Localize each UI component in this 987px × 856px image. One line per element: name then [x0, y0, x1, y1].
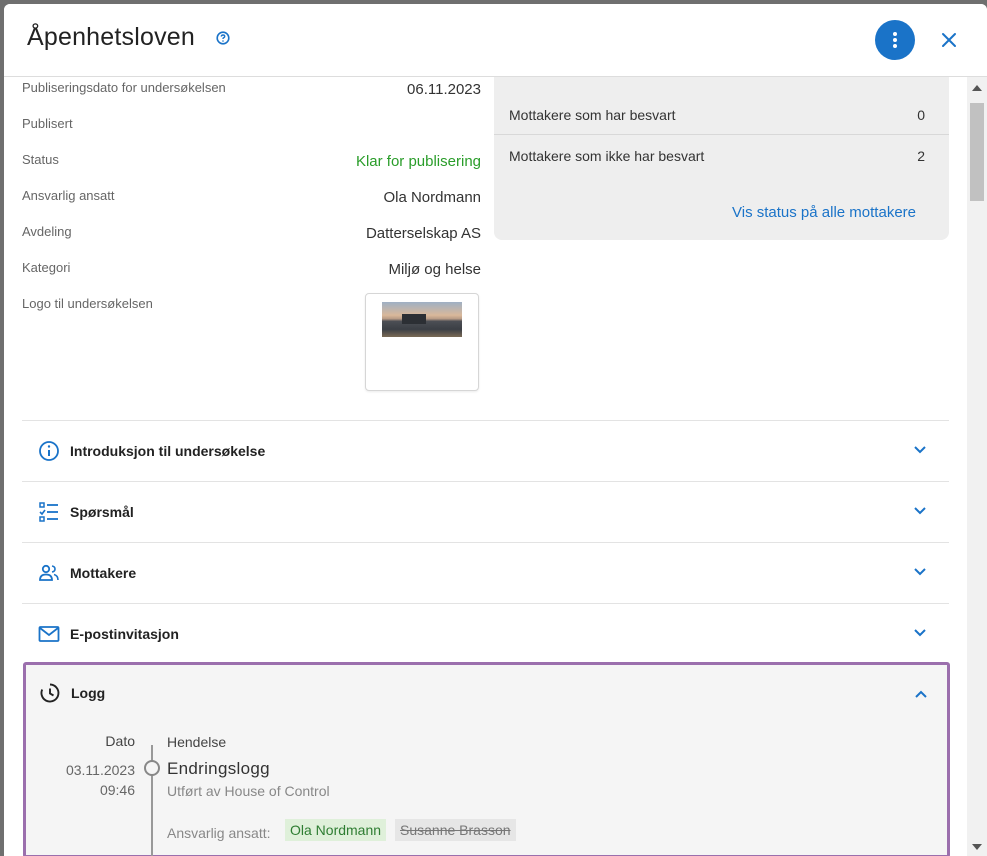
info-icon [39, 441, 59, 461]
department-label: Avdeling [22, 224, 72, 239]
publish-date-label: Publiseringsdato for undersøkelsen [22, 80, 226, 95]
kebab-menu-icon [893, 32, 897, 48]
history-icon [40, 683, 60, 703]
owner-label: Ansvarlig ansatt [22, 188, 115, 203]
section-questions[interactable]: Spørsmål [22, 481, 949, 542]
dialog-content: Publiseringsdato for undersøkelsen 06.11… [4, 77, 966, 856]
section-label: Spørsmål [70, 504, 134, 520]
status-value: Klar for publisering [355, 153, 481, 170]
log-entry-author: Utført av House of Control [167, 783, 330, 799]
more-options-button[interactable] [875, 20, 915, 60]
logo-label: Logo til undersøkelsen [22, 296, 153, 311]
not-answered-row: Mottakere som ikke har besvart 2 [494, 136, 949, 176]
chevron-down-icon[interactable] [913, 567, 927, 577]
logo-image-house [402, 314, 426, 324]
log-column-event: Hendelse [167, 734, 227, 750]
category-label: Kategori [22, 260, 71, 275]
answered-row: Mottakere som har besvart 0 [494, 95, 949, 135]
log-entry-new-value: Ola Nordmann [285, 819, 387, 841]
section-log: Logg Dato Hendelse 03.11.2023 09:46 Endr… [23, 662, 950, 856]
section-recipients[interactable]: Mottakere [22, 542, 949, 603]
dialog-header: Åpenhetsloven [4, 4, 987, 77]
section-introduction[interactable]: Introduksjon til undersøkelse [22, 420, 949, 481]
log-entry-datetime: 03.11.2023 09:46 [66, 760, 135, 800]
answered-count: 0 [917, 107, 925, 123]
log-column-date: Dato [105, 733, 135, 749]
log-entry-date: 03.11.2023 [65, 762, 135, 778]
close-icon[interactable] [940, 31, 958, 49]
log-entry-time: 09:46 [99, 782, 135, 798]
chevron-down-icon[interactable] [913, 506, 927, 516]
page-title: Åpenhetsloven [27, 23, 196, 51]
log-entry-title: Endringslogg [167, 759, 270, 778]
category-value: Miljø og helse [388, 261, 481, 278]
chevron-down-icon[interactable] [913, 628, 927, 638]
section-label[interactable]: Logg [71, 685, 105, 701]
not-answered-label: Mottakere som ikke har besvart [509, 148, 705, 164]
stats-divider [494, 134, 949, 135]
scrollbar[interactable] [967, 77, 987, 856]
publish-date-value: 06.11.2023 [407, 81, 481, 98]
department-value: Datterselskap AS [365, 225, 481, 242]
section-label: Mottakere [70, 565, 137, 581]
view-all-recipients-link[interactable]: Vis status på alle mottakere [732, 204, 916, 221]
survey-dialog: Åpenhetsloven Publiseringsdato for under… [4, 4, 987, 856]
chevron-up-icon[interactable] [914, 689, 928, 699]
log-entry-old-value: Susanne Brasson [395, 819, 516, 841]
chevron-down-icon[interactable] [913, 445, 927, 455]
response-stats-panel: Mottakere som har besvart 0 Mottakere so… [494, 77, 949, 240]
logo-upload[interactable] [365, 293, 479, 391]
scroll-up-arrow-icon[interactable] [972, 85, 982, 91]
owner-value: Ola Nordmann [383, 189, 481, 206]
scroll-down-arrow-icon[interactable] [972, 844, 982, 850]
status-label: Status [22, 152, 59, 167]
logo-image [382, 302, 462, 337]
timeline-dot [144, 760, 160, 776]
not-answered-count: 2 [917, 148, 925, 164]
section-label: Introduksjon til undersøkelse [70, 443, 266, 459]
people-icon [39, 564, 59, 581]
help-icon[interactable] [216, 31, 230, 45]
section-email-invitation[interactable]: E-postinvitasjon [22, 603, 949, 664]
answered-label: Mottakere som har besvart [509, 107, 676, 123]
published-label: Publisert [22, 116, 73, 131]
mail-icon [38, 626, 60, 642]
section-label: E-postinvitasjon [70, 626, 179, 642]
scrollbar-thumb[interactable] [970, 103, 984, 201]
checklist-icon [39, 502, 58, 522]
log-entry-field-label: Ansvarlig ansatt: [167, 825, 271, 841]
